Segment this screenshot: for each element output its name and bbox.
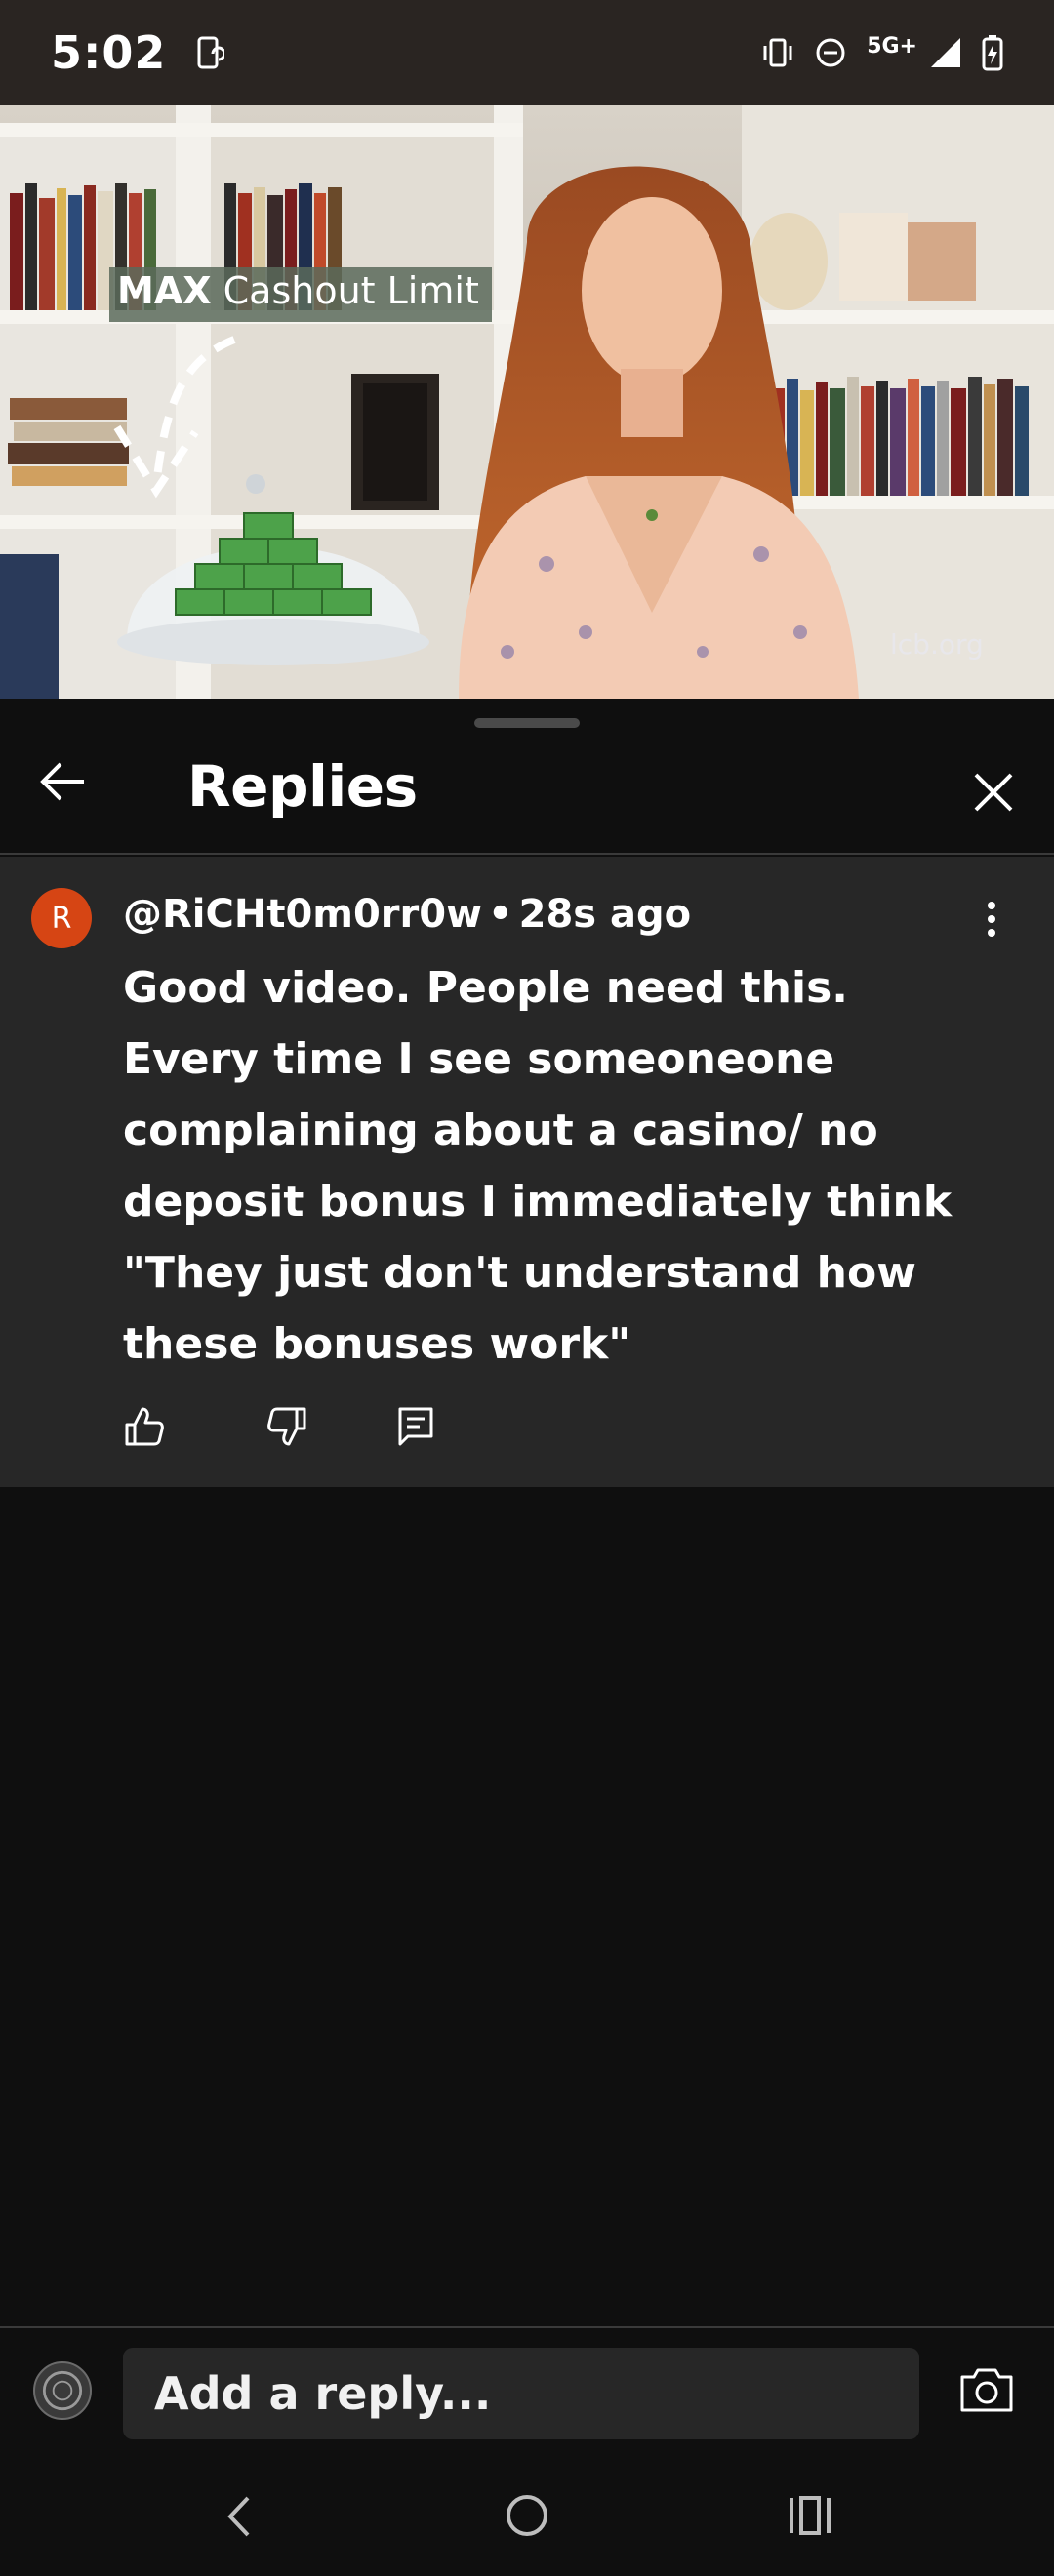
video-overlay-text: Cashout Limit	[223, 269, 479, 312]
comment-line: deposit bonus I immediately think	[123, 1177, 953, 1227]
sheet-drag-handle[interactable]	[474, 718, 580, 728]
camera-icon[interactable]	[958, 2365, 1015, 2414]
video-watermark: lcb.org	[890, 628, 984, 661]
nav-recents-icon[interactable]	[787, 2494, 833, 2537]
reply-icon[interactable]	[394, 1405, 437, 1448]
replies-header	[0, 712, 1054, 855]
comment-text: Good video. People need this. Every time…	[123, 952, 1001, 1380]
comment-line: these bonuses work"	[123, 1319, 631, 1369]
screen-rotate-icon	[197, 36, 225, 69]
video-overlay-bold: MAX	[117, 269, 212, 312]
video-player[interactable]: MAX Cashout Limit lcb.org	[0, 105, 1054, 699]
vibrate-icon	[763, 38, 792, 67]
status-bar: 5:02 5G+	[0, 0, 1054, 105]
network-label: 5G+	[867, 33, 917, 59]
comment-line: Good video. People need this.	[123, 963, 848, 1013]
status-time: 5:02	[51, 26, 167, 79]
thumbs-up-icon[interactable]	[123, 1405, 166, 1448]
more-vert-icon[interactable]	[976, 900, 1007, 939]
page-title: Replies	[187, 753, 418, 820]
battery-charging-icon	[982, 35, 1003, 71]
comment-line: complaining about a casino/ no	[123, 1106, 878, 1155]
video-overlay-label: MAX Cashout Limit	[117, 269, 479, 312]
status-icons: 5G+	[761, 34, 1003, 71]
signal-icon	[931, 38, 960, 67]
arrow-left-icon[interactable]	[35, 753, 92, 810]
nav-back-icon[interactable]	[221, 2492, 260, 2541]
avatar	[33, 2361, 92, 2420]
comment-author[interactable]: @RiCHt0m0rr0w	[123, 892, 482, 937]
comment-line: Every time I see someoneone	[123, 1034, 835, 1084]
nav-home-icon[interactable]	[504, 2492, 550, 2539]
meta-separator: •	[488, 892, 513, 937]
avatar[interactable]: R	[31, 888, 92, 948]
comment-line: "They just don't understand how	[123, 1248, 916, 1298]
thumbs-down-icon[interactable]	[265, 1405, 308, 1448]
comment-time: 28s ago	[518, 892, 692, 937]
close-icon[interactable]	[964, 763, 1023, 822]
reply-input[interactable]	[123, 2348, 919, 2439]
comment-meta: @RiCHt0m0rr0w • 28s ago	[123, 892, 691, 937]
do-not-disturb-icon	[816, 38, 845, 67]
video-frame	[0, 105, 1054, 699]
